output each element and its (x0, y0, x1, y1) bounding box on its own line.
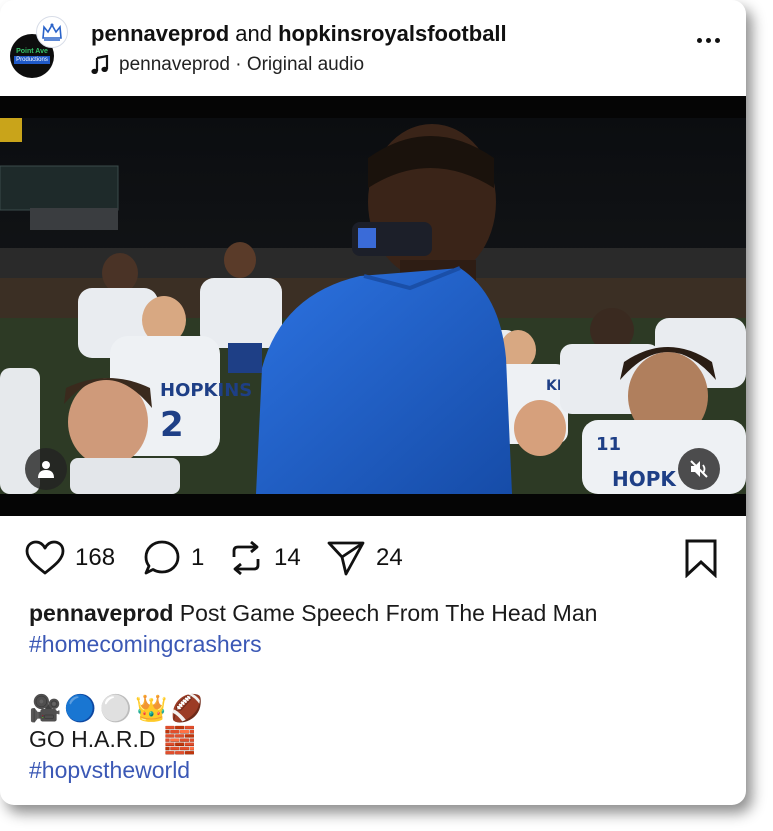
caption-line-gohard: GO H.A.R.D 🧱 (29, 724, 729, 755)
like-count: 168 (75, 544, 116, 571)
post-actions: 168 1 14 24 (0, 536, 746, 584)
audio-label: Original audio (246, 54, 365, 75)
video-frame: HOPKINS 2 KINS HOPK 11 (0, 118, 746, 494)
avatar-logo-top: Point Ave (16, 48, 48, 55)
tagged-users-button[interactable] (25, 448, 67, 490)
mute-toggle-button[interactable] (678, 448, 720, 490)
brick-emoji: 🧱 (163, 724, 196, 755)
crown-icon (42, 23, 62, 41)
share-count: 24 (376, 544, 403, 571)
audio-separator: · (229, 54, 247, 75)
repost-button[interactable]: 14 (228, 536, 301, 580)
avatar-hopkinsroyals[interactable] (36, 16, 68, 48)
like-button[interactable]: 168 (25, 536, 115, 580)
more-options-button[interactable] (692, 30, 724, 50)
music-note-icon (91, 55, 109, 74)
post-caption: pennaveprod Post Game Speech From The He… (29, 598, 729, 786)
comment-count: 1 (191, 544, 205, 571)
blue-circle-emoji: 🔵 (64, 693, 97, 723)
author-link-1[interactable]: pennaveprod (91, 21, 229, 46)
share-button[interactable]: 24 (326, 536, 403, 580)
person-icon (38, 461, 54, 478)
crown-emoji: 👑 (135, 693, 168, 723)
comment-bubble-icon (144, 540, 180, 575)
jersey-text-hopk: HOPK (612, 467, 677, 491)
avatar-logo-bottom: Productions (14, 56, 50, 64)
jersey-number-2: 2 (160, 405, 184, 445)
author-link-2[interactable]: hopkinsroyalsfootball (278, 21, 507, 46)
video-player[interactable]: HOPKINS 2 KINS HOPK 11 (0, 96, 746, 516)
more-dot-icon (696, 37, 702, 43)
more-dot-icon (714, 37, 720, 43)
repost-count: 14 (274, 544, 301, 571)
caption-emoji-row: 🎥 🔵 ⚪ 👑 🏈 (29, 692, 729, 724)
post-authors: pennaveprod and hopkinsroyalsfootball (91, 21, 507, 47)
hashtag-link[interactable]: #hopvstheworld (29, 755, 729, 786)
speaker-muted-icon (690, 460, 708, 478)
post-header: Point Ave Productions pennaveprod and ho… (0, 0, 746, 96)
audio-attribution[interactable]: pennaveprod · Original audio (91, 54, 364, 76)
send-icon (327, 541, 365, 576)
post-card: Point Ave Productions pennaveprod and ho… (0, 0, 746, 805)
movie-camera-emoji: 🎥 (29, 693, 62, 723)
caption-text: Post Game Speech From The Head Man (173, 600, 598, 626)
jersey-text-hopkins: HOPKINS (160, 380, 252, 401)
bookmark-icon (685, 539, 717, 579)
caption-username[interactable]: pennaveprod (29, 600, 173, 626)
football-emoji: 🏈 (170, 693, 203, 723)
authors-joiner: and (229, 21, 279, 46)
more-dot-icon (705, 37, 711, 43)
collab-avatars[interactable]: Point Ave Productions (10, 16, 68, 80)
save-button[interactable] (684, 538, 718, 579)
jersey-number-11: 11 (596, 434, 621, 455)
white-circle-emoji: ⚪ (99, 693, 133, 723)
heart-icon (25, 540, 65, 575)
caption-gohard-text: GO H.A.R.D (29, 726, 156, 752)
caption-line-1: pennaveprod Post Game Speech From The He… (29, 598, 729, 629)
hashtag-link[interactable]: #homecomingcrashers (29, 629, 729, 660)
comment-button[interactable]: 1 (143, 536, 204, 580)
audio-owner: pennaveprod (119, 54, 230, 75)
repost-icon (232, 540, 260, 576)
